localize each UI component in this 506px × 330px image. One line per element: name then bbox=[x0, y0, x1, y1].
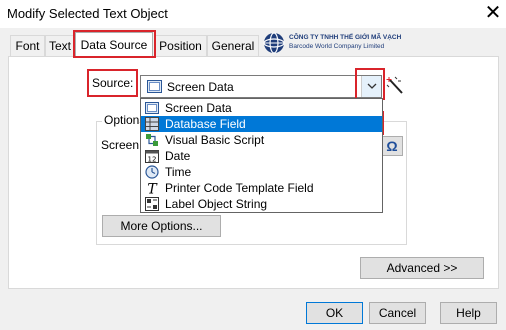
cancel-button[interactable]: Cancel bbox=[369, 302, 426, 324]
logo-company-subtitle: Barcode World Company Limited bbox=[289, 43, 385, 50]
dropdown-item-label-object-string[interactable]: Label Object String bbox=[141, 196, 382, 212]
source-dropdown-button[interactable] bbox=[361, 76, 381, 97]
dropdown-item-label: Time bbox=[165, 165, 192, 179]
more-options-button[interactable]: More Options... bbox=[102, 215, 221, 237]
template-t-icon: T bbox=[147, 182, 158, 196]
tab-font[interactable]: Font bbox=[10, 35, 45, 56]
dropdown-item-visual-basic-script[interactable]: Visual Basic Script bbox=[141, 132, 382, 148]
source-label: Source: bbox=[92, 76, 134, 90]
clock-icon bbox=[145, 165, 159, 179]
tab-data-source[interactable]: Data Source bbox=[75, 32, 153, 57]
svg-text:12: 12 bbox=[148, 156, 157, 164]
dropdown-item-label: Label Object String bbox=[165, 197, 268, 211]
source-combobox[interactable]: Screen Data bbox=[140, 75, 382, 98]
tab-general[interactable]: General bbox=[207, 35, 259, 56]
magic-wand-icon[interactable] bbox=[386, 76, 405, 96]
dropdown-item-label: Screen Data bbox=[165, 101, 232, 115]
dropdown-item-label: Database Field bbox=[165, 117, 246, 131]
help-button[interactable]: Help bbox=[440, 302, 497, 324]
dropdown-item-database-field[interactable]: Database Field bbox=[141, 116, 382, 132]
ok-button[interactable]: OK bbox=[306, 302, 363, 324]
database-field-icon bbox=[145, 117, 159, 131]
tab-position[interactable]: Position bbox=[154, 35, 207, 56]
close-icon[interactable]: ✕ bbox=[482, 2, 504, 24]
dropdown-item-printer-code-template-field[interactable]: T Printer Code Template Field bbox=[141, 180, 382, 196]
svg-text:T: T bbox=[147, 182, 158, 196]
special-character-button[interactable]: Ω bbox=[381, 136, 403, 156]
chevron-down-icon bbox=[367, 83, 376, 89]
source-dropdown-list: Screen Data Database Field Visual Basic … bbox=[140, 98, 383, 213]
title-bar: Modify Selected Text Object ✕ bbox=[0, 0, 506, 28]
dropdown-item-time[interactable]: Time bbox=[141, 164, 382, 180]
dropdown-item-label: Printer Code Template Field bbox=[165, 181, 314, 195]
calendar-icon: 12 bbox=[145, 150, 159, 164]
dropdown-item-label: Visual Basic Script bbox=[165, 133, 265, 147]
screen-data-icon bbox=[145, 102, 159, 114]
dropdown-item-date[interactable]: 12 Date bbox=[141, 148, 382, 164]
advanced-button[interactable]: Advanced >> bbox=[360, 257, 484, 279]
company-logo-mark bbox=[263, 32, 285, 54]
label-object-icon bbox=[145, 197, 159, 211]
window-title: Modify Selected Text Object bbox=[7, 6, 168, 21]
logo-company-name: CÔNG TY TNHH THẾ GIỚI MÃ VẠCH bbox=[289, 34, 402, 41]
company-logo: CÔNG TY TNHH THẾ GIỚI MÃ VẠCH Barcode Wo… bbox=[263, 32, 401, 54]
vb-script-icon bbox=[146, 134, 158, 146]
source-selected-value: Screen Data bbox=[167, 80, 234, 94]
dropdown-item-label: Date bbox=[165, 149, 191, 163]
dropdown-item-screen-data[interactable]: Screen Data bbox=[141, 100, 382, 116]
screen-data-icon bbox=[147, 80, 162, 93]
tab-text[interactable]: Text bbox=[45, 35, 75, 56]
